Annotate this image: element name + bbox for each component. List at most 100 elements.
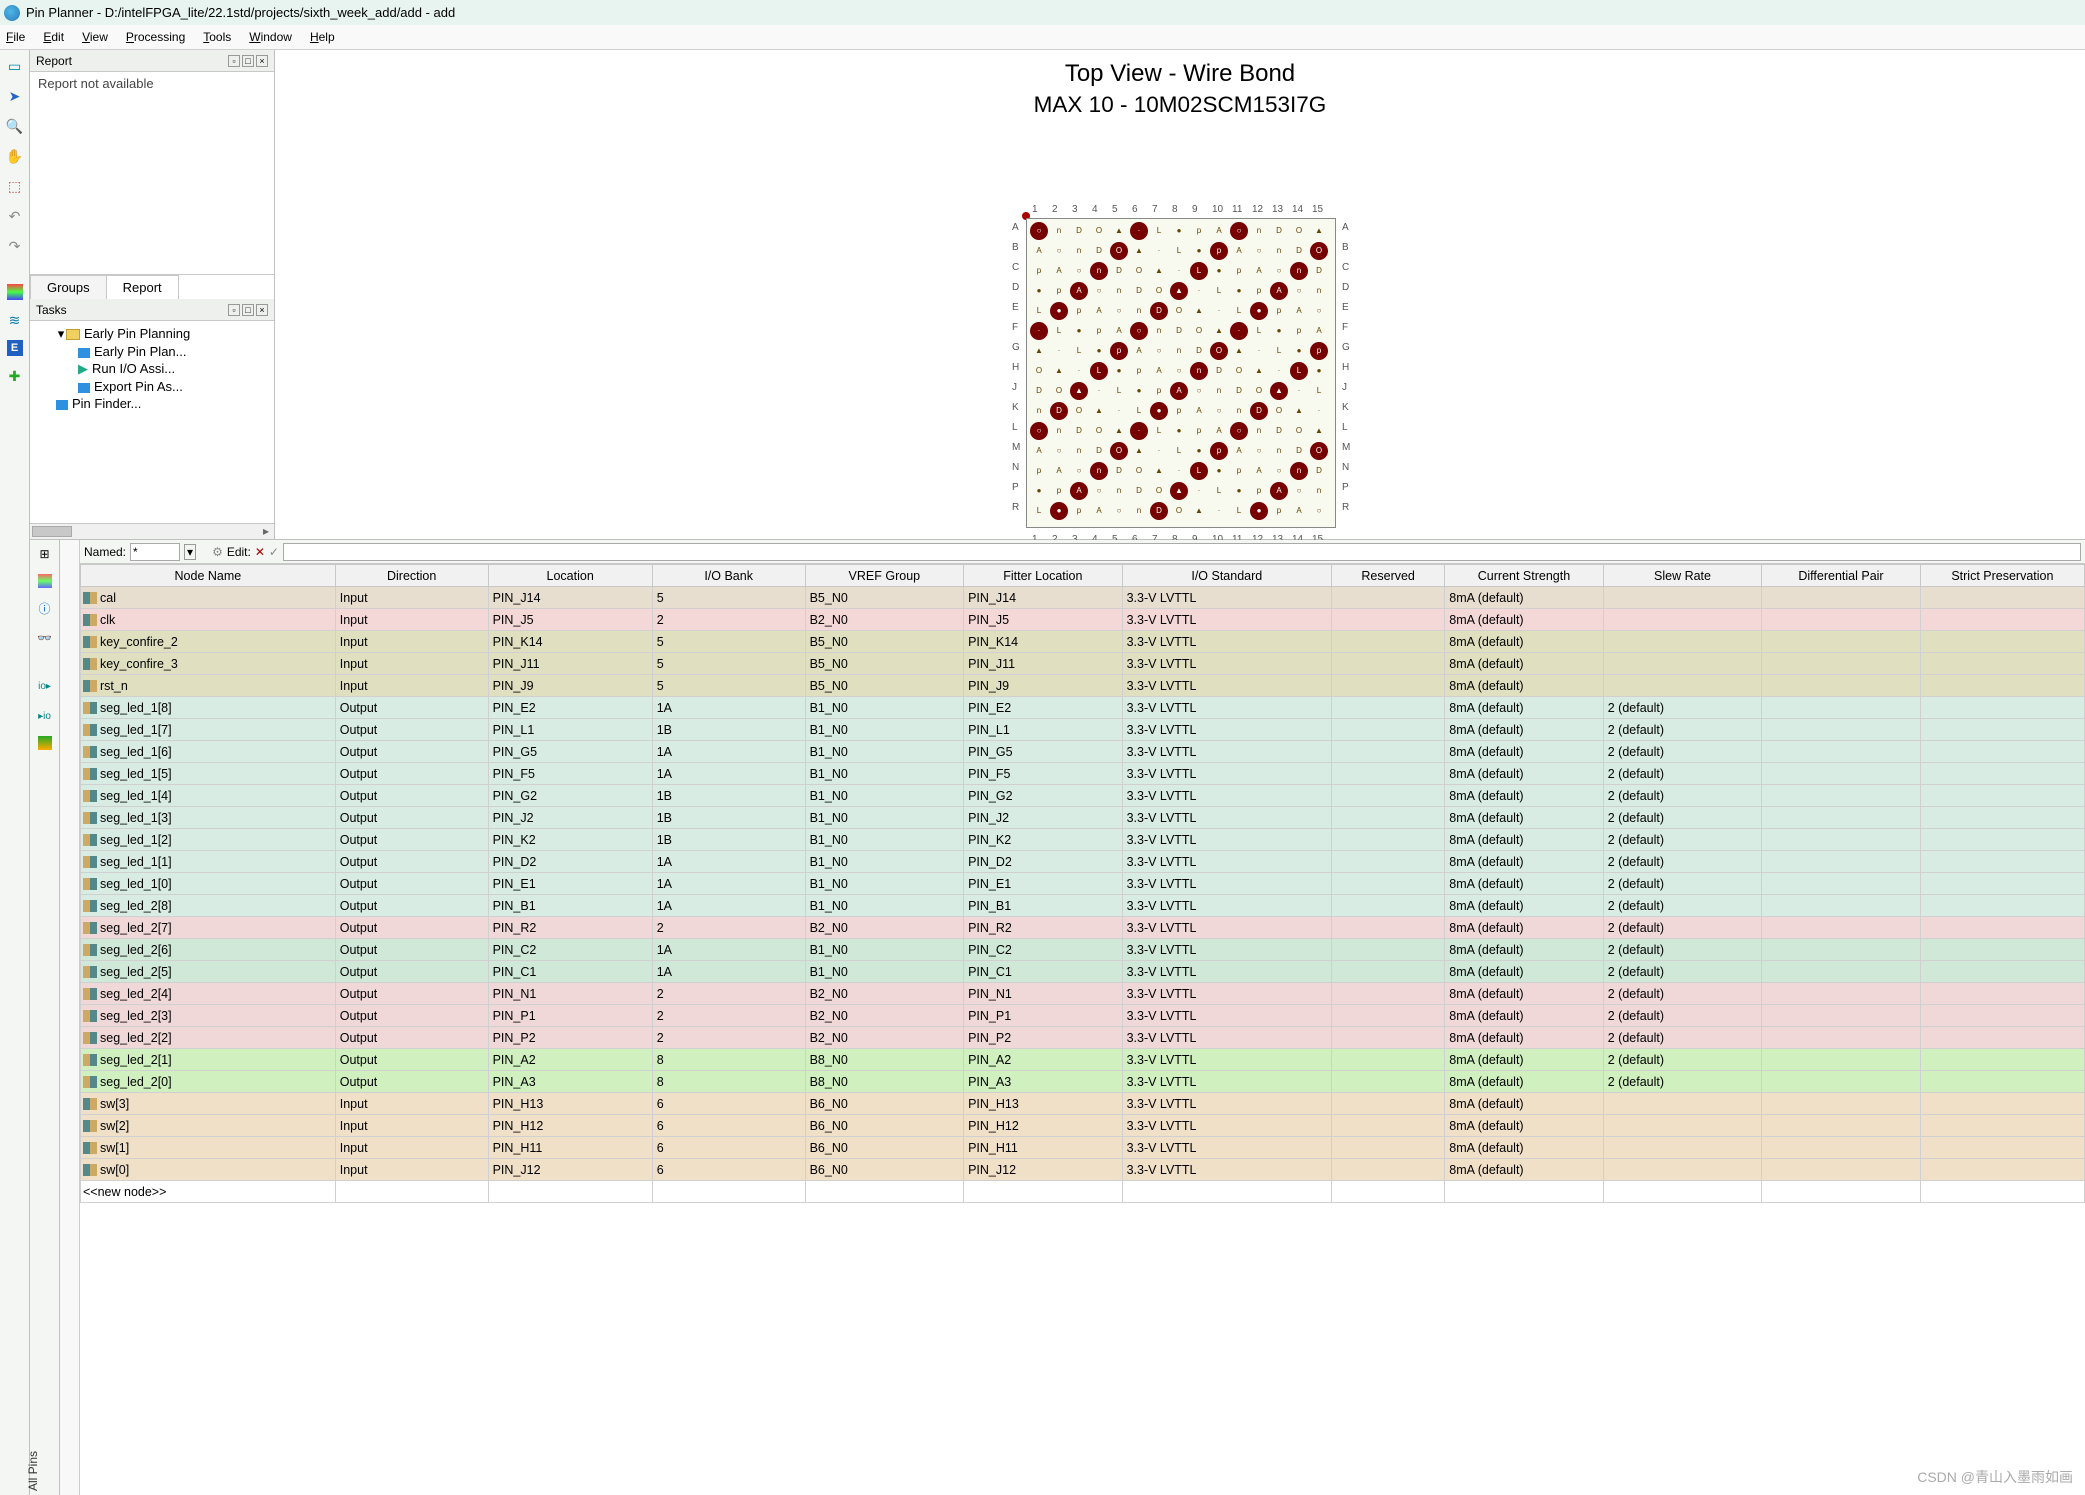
cell[interactable] (1332, 1137, 1445, 1159)
panel-max-icon[interactable]: □ (242, 55, 254, 67)
chip-cell[interactable]: O (1250, 382, 1268, 400)
chip-cell[interactable]: O (1150, 482, 1168, 500)
cell[interactable] (1332, 653, 1445, 675)
cell[interactable]: Output (335, 697, 488, 719)
chip-cell[interactable]: n (1110, 282, 1128, 300)
cell[interactable] (1920, 1137, 2084, 1159)
cell[interactable]: Output (335, 807, 488, 829)
cell[interactable]: sw[2] (81, 1115, 336, 1137)
cell[interactable]: PIN_P2 (964, 1027, 1123, 1049)
chip-cell[interactable]: L (1210, 282, 1228, 300)
cell[interactable]: 3.3-V LVTTL (1122, 1027, 1331, 1049)
table-row[interactable]: seg_led_2[4]OutputPIN_N12B2_N0PIN_N13.3-… (81, 983, 2085, 1005)
cell[interactable]: Input (335, 1137, 488, 1159)
cell[interactable]: PIN_G2 (488, 785, 652, 807)
chip-cell[interactable]: p (1210, 442, 1228, 460)
cell[interactable]: PIN_J2 (964, 807, 1123, 829)
cell[interactable]: sw[1] (81, 1137, 336, 1159)
cell[interactable]: PIN_H11 (488, 1137, 652, 1159)
cell[interactable]: PIN_H13 (488, 1093, 652, 1115)
chip-cell[interactable]: O (1110, 242, 1128, 260)
chip-cell[interactable]: · (1170, 462, 1188, 480)
chip-cell[interactable]: A (1190, 402, 1208, 420)
edit-input[interactable] (283, 543, 2081, 561)
cell[interactable]: Output (335, 1027, 488, 1049)
cell[interactable] (1332, 587, 1445, 609)
cell[interactable]: 2 (default) (1603, 1027, 1762, 1049)
cell[interactable] (1762, 587, 1921, 609)
chip-cell[interactable]: ▲ (1050, 362, 1068, 380)
chip-cell[interactable]: ○ (1310, 302, 1328, 320)
cell[interactable]: 8 (652, 1071, 805, 1093)
cell[interactable] (1603, 675, 1762, 697)
cell[interactable] (1332, 1005, 1445, 1027)
chip-cell[interactable]: L (1190, 462, 1208, 480)
tool-colorbar-icon[interactable] (7, 284, 23, 300)
cell[interactable]: 3.3-V LVTTL (1122, 1093, 1331, 1115)
chip-cell[interactable]: n (1130, 502, 1148, 520)
chip-cell[interactable]: p (1030, 262, 1048, 280)
chip-cell[interactable]: n (1250, 222, 1268, 240)
cell[interactable]: PIN_P1 (488, 1005, 652, 1027)
chip-cell[interactable]: L (1250, 322, 1268, 340)
chip-cell[interactable]: A (1290, 502, 1308, 520)
cell[interactable] (1603, 587, 1762, 609)
cell[interactable]: 2 (652, 1005, 805, 1027)
col-header-differential-pair[interactable]: Differential Pair (1762, 565, 1921, 587)
cell[interactable] (1920, 917, 2084, 939)
chip-cell[interactable]: ○ (1130, 322, 1148, 340)
cell[interactable]: 1A (652, 961, 805, 983)
chip-cell[interactable]: A (1070, 282, 1088, 300)
cell[interactable]: PIN_N1 (964, 983, 1123, 1005)
table-row[interactable]: sw[2]InputPIN_H126B6_N0PIN_H123.3-V LVTT… (81, 1115, 2085, 1137)
chip-cell[interactable]: · (1230, 322, 1248, 340)
chip-cell[interactable]: ● (1050, 302, 1068, 320)
cell[interactable] (1332, 917, 1445, 939)
chip-cell[interactable]: · (1150, 442, 1168, 460)
cell[interactable]: PIN_J14 (964, 587, 1123, 609)
chip-cell[interactable]: ○ (1030, 422, 1048, 440)
table-row[interactable]: seg_led_1[2]OutputPIN_K21BB1_N0PIN_K23.3… (81, 829, 2085, 851)
cell[interactable]: PIN_J9 (488, 675, 652, 697)
chip-cell[interactable]: O (1310, 442, 1328, 460)
cell[interactable] (1920, 851, 2084, 873)
cell[interactable]: PIN_H13 (964, 1093, 1123, 1115)
chip-cell[interactable]: O (1070, 402, 1088, 420)
chip-cell[interactable]: ○ (1290, 482, 1308, 500)
table-row[interactable]: sw[0]InputPIN_J126B6_N0PIN_J123.3-V LVTT… (81, 1159, 2085, 1181)
chip-cell[interactable]: D (1070, 422, 1088, 440)
cell[interactable]: 2 (default) (1603, 697, 1762, 719)
table-row[interactable]: key_confire_3InputPIN_J115B5_N0PIN_J113.… (81, 653, 2085, 675)
edit-clear-icon[interactable]: ✕ (255, 545, 265, 559)
cell[interactable]: PIN_G5 (488, 741, 652, 763)
table-row[interactable]: seg_led_2[1]OutputPIN_A28B8_N0PIN_A23.3-… (81, 1049, 2085, 1071)
chip-cell[interactable]: · (1190, 482, 1208, 500)
cell[interactable] (1762, 939, 1921, 961)
cell[interactable]: 8mA (default) (1445, 697, 1604, 719)
chip-cell[interactable]: L (1310, 382, 1328, 400)
chip-cell[interactable]: A (1270, 282, 1288, 300)
cell[interactable] (1332, 939, 1445, 961)
cell[interactable]: PIN_G5 (964, 741, 1123, 763)
chip-cell[interactable]: ○ (1090, 482, 1108, 500)
col-header-slew-rate[interactable]: Slew Rate (1603, 565, 1762, 587)
cell[interactable]: 3.3-V LVTTL (1122, 983, 1331, 1005)
chip-cell[interactable]: n (1090, 462, 1108, 480)
chip-cell[interactable]: ● (1110, 362, 1128, 380)
cell[interactable] (1332, 895, 1445, 917)
cell[interactable]: 3.3-V LVTTL (1122, 1137, 1331, 1159)
chip-cell[interactable]: p (1230, 262, 1248, 280)
chip-cell[interactable]: ○ (1230, 422, 1248, 440)
cell[interactable]: PIN_D2 (964, 851, 1123, 873)
chip-cell[interactable]: p (1050, 482, 1068, 500)
cell[interactable]: B5_N0 (805, 587, 964, 609)
cell[interactable]: PIN_F5 (964, 763, 1123, 785)
chip-cell[interactable]: · (1030, 322, 1048, 340)
cell[interactable]: 8mA (default) (1445, 1115, 1604, 1137)
cell[interactable]: 2 (652, 917, 805, 939)
chip-cell[interactable]: p (1050, 282, 1068, 300)
cell[interactable]: 3.3-V LVTTL (1122, 1071, 1331, 1093)
cell[interactable]: 2 (default) (1603, 829, 1762, 851)
chip-cell[interactable]: L (1170, 242, 1188, 260)
chip-cell[interactable]: p (1290, 322, 1308, 340)
